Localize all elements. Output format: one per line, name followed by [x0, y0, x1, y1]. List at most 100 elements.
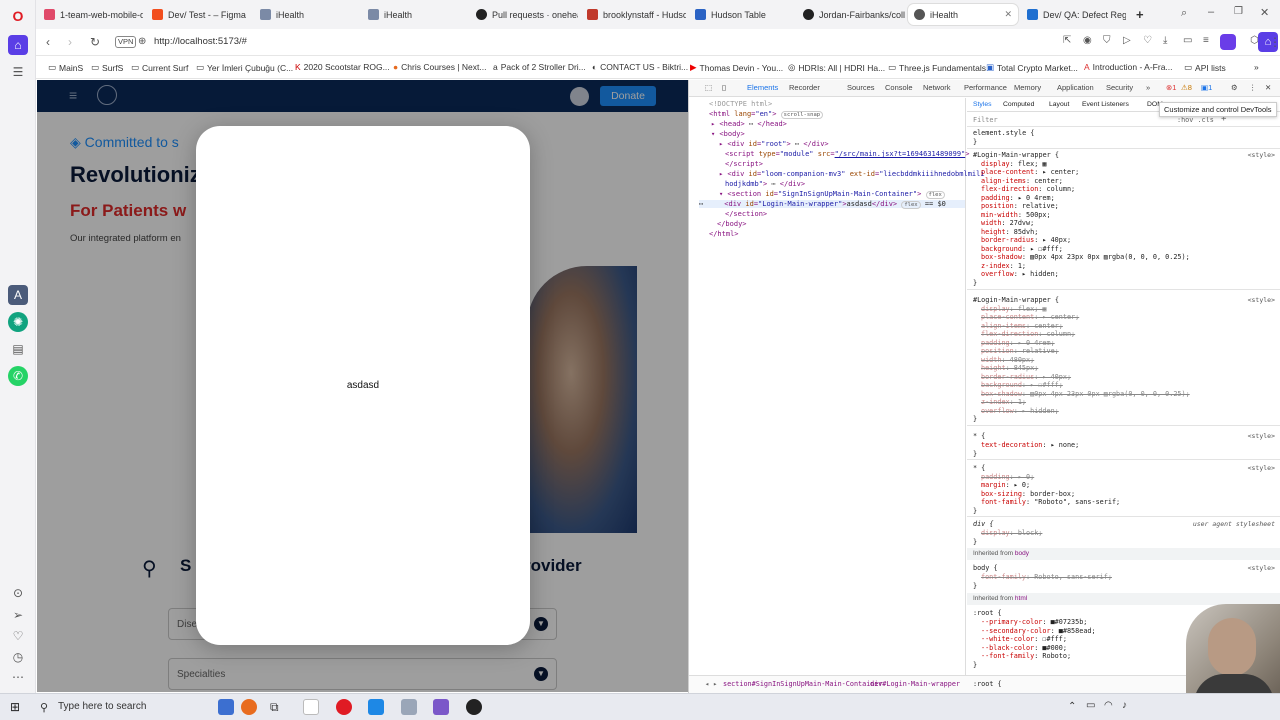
- tab-performance[interactable]: Performance: [964, 83, 1007, 92]
- settings-icon[interactable]: ⚙: [1231, 83, 1238, 92]
- css-decl[interactable]: --black-color: ■#000;: [981, 644, 1067, 652]
- css-decl-overridden[interactable]: font-family: Roboto, sans-serif;: [981, 573, 1112, 581]
- css-decl[interactable]: font-family: "Roboto", sans-serif;: [981, 498, 1120, 506]
- browser-tab[interactable]: iHealth: [362, 4, 467, 25]
- css-decl[interactable]: border-radius: ▸ 40px;: [981, 236, 1071, 244]
- back-icon[interactable]: ‹: [46, 35, 50, 49]
- subtab-event-listeners[interactable]: Event Listeners: [1082, 101, 1129, 108]
- bookmark-item[interactable]: ▭ Yer İmleri Çubuğu (C...: [196, 62, 293, 73]
- breadcrumb-scroll-icon[interactable]: ◂ ▸: [705, 680, 717, 688]
- close-window-icon[interactable]: ✕: [1260, 6, 1269, 19]
- css-decl[interactable]: box-shadow: ▨0px 4px 23px 0px ▨rgba(0, 0…: [981, 253, 1190, 261]
- windows-start-icon[interactable]: ⊞: [10, 700, 20, 714]
- bookmark-item[interactable]: ◐ CONTACT US - Biktri...: [592, 62, 688, 72]
- tab-application[interactable]: Application: [1057, 83, 1094, 92]
- css-decl-overridden[interactable]: padding: ▸ 0 4rem;: [981, 339, 1055, 347]
- css-decl-overridden[interactable]: position: relative;: [981, 347, 1059, 355]
- css-decl-overridden[interactable]: align-items: center;: [981, 322, 1063, 330]
- subtab-layout[interactable]: Layout: [1049, 101, 1069, 108]
- browser-tab[interactable]: Pull requests · onehealth: [470, 4, 578, 25]
- style-source[interactable]: <style>: [1248, 464, 1275, 472]
- css-decl[interactable]: margin: ▸ 0;: [981, 481, 1030, 489]
- github-desktop-icon[interactable]: [466, 699, 482, 715]
- browser-tab[interactable]: Hudson Table: [689, 4, 794, 25]
- css-decl[interactable]: place-content: ▸ center;: [981, 168, 1079, 176]
- css-decl-overridden[interactable]: box-shadow: ▨0px 4px 23px 0px ▨rgba(0, 0…: [981, 390, 1190, 398]
- taskbar-search-input[interactable]: Type here to search: [58, 701, 146, 712]
- error-count[interactable]: ⊗1: [1166, 83, 1176, 92]
- css-decl-overridden[interactable]: z-index: 1;: [981, 398, 1026, 406]
- site-info-icon[interactable]: ⊕: [138, 36, 146, 47]
- css-decl-overridden[interactable]: flex-direction: column;: [981, 330, 1075, 338]
- css-decl[interactable]: --secondary-color: ■#858ead;: [981, 627, 1096, 635]
- css-decl[interactable]: background: ▸ ☐#fff;: [981, 245, 1063, 253]
- whatsapp-icon[interactable]: ✆: [8, 366, 28, 386]
- network-icon[interactable]: ▭: [1086, 700, 1095, 711]
- new-tab-button[interactable]: +: [1130, 4, 1146, 25]
- warning-count[interactable]: ⚠8: [1181, 83, 1192, 92]
- device-toolbar-icon[interactable]: ▯: [722, 83, 726, 92]
- bookmark-item[interactable]: ● Chris Courses | Next...: [393, 62, 486, 72]
- basketball-icon[interactable]: [241, 699, 257, 715]
- close-devtools-icon[interactable]: ✕: [1265, 83, 1271, 92]
- close-tab-icon[interactable]: ✕: [1004, 9, 1012, 20]
- chatgpt-icon[interactable]: ✺: [8, 312, 28, 332]
- browser-tab[interactable]: Dev/ QA: Defect Register: [1021, 4, 1126, 25]
- css-decl[interactable]: position: relative;: [981, 202, 1059, 210]
- tab-elements[interactable]: Elements: [747, 83, 778, 92]
- download-icon[interactable]: ⤓: [1163, 35, 1167, 46]
- more-tabs-icon[interactable]: »: [1146, 83, 1150, 92]
- browser-tab[interactable]: brooklynstaff - Hudson: [581, 4, 686, 25]
- dom-node[interactable]: ▸ <head> ⋯ </head>: [711, 120, 787, 128]
- dom-node[interactable]: <!DOCTYPE html>: [709, 100, 772, 108]
- history-icon[interactable]: ◷: [8, 647, 28, 667]
- shield-icon[interactable]: ⛉: [1103, 35, 1111, 46]
- css-decl[interactable]: width: 27dvw;: [981, 219, 1034, 227]
- inherited-body-link[interactable]: body: [1015, 550, 1029, 557]
- css-decl[interactable]: overflow: ▸ hidden;: [981, 270, 1059, 278]
- list-icon[interactable]: ☰: [8, 62, 28, 82]
- css-decl[interactable]: display: flex; ▦: [981, 160, 1047, 168]
- bookmark-item[interactable]: K 2020 Scootstar ROG...: [295, 62, 390, 72]
- css-decl-overridden[interactable]: overflow: ▸ hidden;: [981, 407, 1059, 415]
- css-decl-overridden[interactable]: padding: ▸ 0;: [981, 473, 1034, 481]
- tab-console[interactable]: Console: [885, 83, 913, 92]
- dom-node[interactable]: ▸ <div id="root"> ⋯ </div>: [719, 140, 829, 148]
- tray-chevron-icon[interactable]: ⌃: [1068, 701, 1076, 712]
- aria-icon[interactable]: A: [8, 285, 28, 305]
- inspect-icon[interactable]: ⬚: [705, 83, 712, 92]
- css-decl-overridden[interactable]: height: 845px;: [981, 364, 1038, 372]
- browser-tab-active[interactable]: iHealth ✕: [908, 4, 1018, 25]
- volume-icon[interactable]: ♪: [1122, 700, 1127, 711]
- menu-icon[interactable]: ≡: [1203, 35, 1209, 46]
- css-decl[interactable]: padding: ▸ 0 4rem;: [981, 194, 1055, 202]
- profile-avatar[interactable]: [1220, 34, 1236, 50]
- style-source[interactable]: <style>: [1248, 151, 1275, 159]
- dom-node[interactable]: ▾ <section id="SignInSignUpMain-Main-Con…: [719, 190, 945, 199]
- browser-tab[interactable]: Jordan-Fairbanks/collec: [797, 4, 905, 25]
- breadcrumb-item[interactable]: div#Login-Main-wrapper: [870, 680, 960, 688]
- css-decl[interactable]: z-index: 1;: [981, 262, 1026, 270]
- dom-node[interactable]: </script>: [725, 160, 763, 168]
- tab-memory[interactable]: Memory: [1014, 83, 1041, 92]
- share-icon[interactable]: ⇱: [1063, 35, 1071, 46]
- vpn-badge[interactable]: VPN: [115, 36, 137, 48]
- css-decl[interactable]: min-width: 500px;: [981, 211, 1051, 219]
- opera-taskbar-icon[interactable]: [336, 699, 352, 715]
- bookmark-item[interactable]: ▭ Current Surf: [131, 62, 188, 73]
- css-decl[interactable]: --font-family: Roboto;: [981, 652, 1071, 660]
- css-decl-overridden[interactable]: background: ▸ ☐#fff;: [981, 381, 1063, 389]
- opera-logo-icon[interactable]: O: [8, 6, 28, 26]
- bookmark-item[interactable]: ◎ HDRIs: All | HDRI Ha...: [788, 62, 885, 73]
- play-icon[interactable]: ▷: [1123, 35, 1131, 46]
- bookmark-item[interactable]: ▭ API lists: [1184, 62, 1226, 73]
- file-icon[interactable]: [303, 699, 319, 715]
- bookmark-heart-icon[interactable]: ♡: [1143, 35, 1152, 46]
- bookmark-item[interactable]: ▶ Thomas Devin - You...: [690, 62, 783, 73]
- tab-network[interactable]: Network: [923, 83, 951, 92]
- vr-icon[interactable]: ▭: [1183, 35, 1192, 46]
- css-decl[interactable]: --primary-color: ■#07235b;: [981, 618, 1087, 626]
- css-decl[interactable]: height: 85dvh;: [981, 228, 1038, 236]
- style-source[interactable]: <style>: [1248, 432, 1275, 440]
- breadcrumb-item[interactable]: section#SignInSignUpMain-Main-Container: [723, 680, 883, 688]
